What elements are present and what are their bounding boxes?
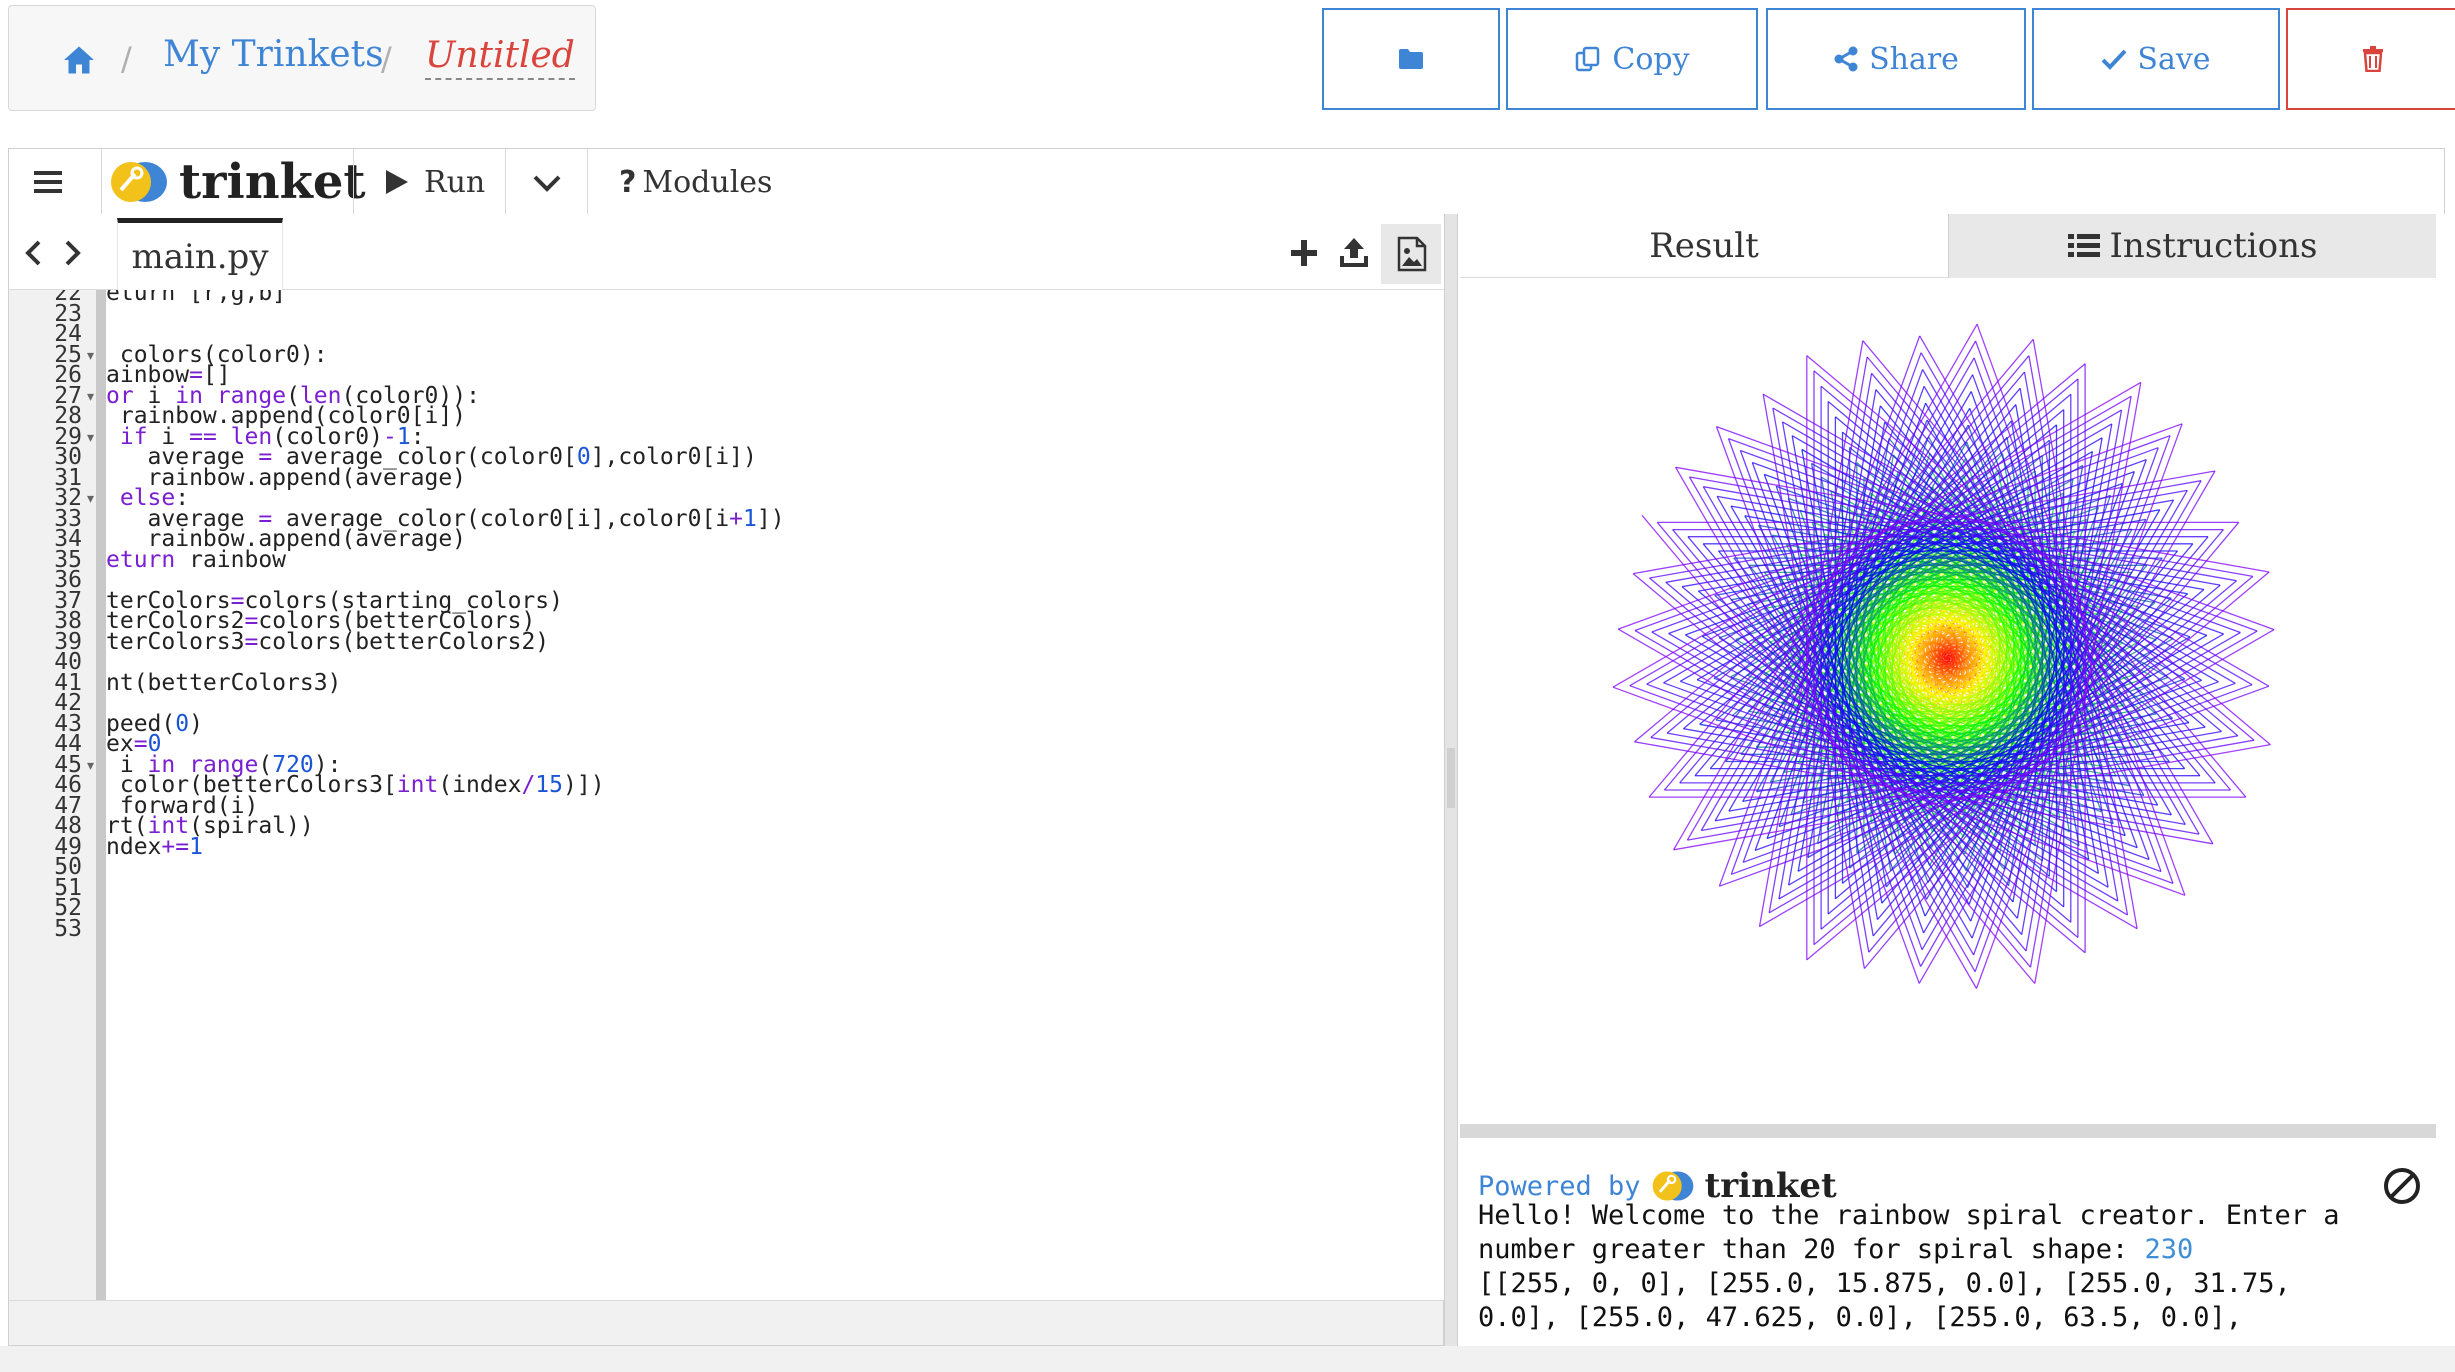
tab-result-label: Result xyxy=(1649,225,1759,266)
run-label: Run xyxy=(424,164,486,200)
editor-footer xyxy=(8,1300,1444,1346)
copy-label: Copy xyxy=(1612,41,1690,77)
console-line: Hello! Welcome to the rainbow spiral cre… xyxy=(1478,1200,2340,1231)
trinket-logo-icon xyxy=(111,162,167,202)
code-line[interactable]: ndex+=1 xyxy=(106,834,203,860)
page-bottom-bar xyxy=(0,1346,2455,1372)
line-number: 53 xyxy=(54,915,82,942)
fold-toggle-icon[interactable]: ▾ xyxy=(87,491,94,507)
folder-icon xyxy=(1399,49,1423,69)
modules-label: Modules xyxy=(642,164,773,200)
gutter-border xyxy=(96,290,106,1300)
powered-by-text: Powered by xyxy=(1478,1170,1641,1202)
fold-toggle-icon[interactable]: ▾ xyxy=(87,430,94,446)
splitter-grip[interactable] xyxy=(1447,748,1455,808)
clear-console-icon[interactable] xyxy=(2382,1166,2422,1206)
toolbar: trinket Run ? Modules xyxy=(8,148,2445,215)
tab-instructions[interactable]: Instructions xyxy=(1948,214,2436,278)
code-line[interactable]: nt(betterColors3) xyxy=(106,670,341,696)
turtle-canvas xyxy=(1460,278,2436,1124)
file-tab-label: main.py xyxy=(131,236,269,277)
share-button[interactable]: Share xyxy=(1766,8,2026,110)
play-icon xyxy=(386,170,408,194)
chevron-down-icon[interactable] xyxy=(531,169,563,195)
code-editor[interactable]: eturn [r,g,b] colors(color0): ainbow=[] or… xyxy=(106,290,1442,1300)
trinket-title-field[interactable]: Untitled xyxy=(425,34,575,80)
share-label: Share xyxy=(1869,41,1959,77)
image-library-button[interactable] xyxy=(1381,224,1441,284)
output-console[interactable]: Powered by trinket Hello! Welcome to the… xyxy=(1460,1138,2436,1346)
console-line: 0.0], [255.0, 47.625, 0.0], [255.0, 63.5… xyxy=(1478,1302,2243,1333)
modules-button[interactable]: ? Modules xyxy=(619,155,772,209)
file-tabs-scroll-arrows[interactable] xyxy=(21,236,91,279)
fold-toggle-icon[interactable]: ▾ xyxy=(87,348,94,364)
save-label: Save xyxy=(2137,41,2211,77)
trinket-logo[interactable]: trinket xyxy=(109,154,366,210)
trinket-logo-text: trinket xyxy=(179,154,366,210)
line-number-gutter: 22 23 24 25 ▾ 26 27 ▾ 28 29 ▾ 30 31 32 ▾ 33 34 35 36 37 38 39… xyxy=(8,290,104,1300)
file-tab-main-py[interactable]: main.py xyxy=(117,218,283,290)
console-line: number greater than 20 for spiral shape:… xyxy=(1478,1234,2193,1265)
run-button[interactable]: Run xyxy=(384,155,485,209)
breadcrumb-separator: / xyxy=(381,40,392,78)
tab-instructions-label: Instructions xyxy=(2109,226,2318,266)
chevron-left-right-icon[interactable] xyxy=(21,236,91,270)
delete-button[interactable] xyxy=(2286,8,2455,110)
image-file-icon xyxy=(1397,236,1427,272)
hamburger-menu-icon[interactable] xyxy=(31,165,65,199)
tab-result[interactable]: Result xyxy=(1460,214,1948,278)
rainbow-spiral-drawing xyxy=(1612,323,2275,989)
list-icon xyxy=(2067,234,2100,257)
add-file-icon[interactable] xyxy=(1289,238,1319,268)
console-resize-handle[interactable] xyxy=(1460,1124,2436,1138)
console-input-value: 230 xyxy=(2144,1234,2194,1265)
copy-button[interactable]: Copy xyxy=(1506,8,1758,110)
fold-toggle-icon[interactable]: ▾ xyxy=(87,389,94,405)
question-icon: ? xyxy=(619,164,637,200)
code-line[interactable]: eturn rainbow xyxy=(106,547,286,573)
editor-header: main.py xyxy=(8,214,1444,290)
trash-icon xyxy=(2363,46,2383,72)
console-line: [[255, 0, 0], [255.0, 15.875, 0.0], [255… xyxy=(1478,1268,2291,1299)
breadcrumb-separator: / xyxy=(121,40,132,78)
code-line[interactable]: eturn [r,g,b] xyxy=(106,290,286,306)
save-button[interactable]: Save xyxy=(2032,8,2280,110)
check-icon xyxy=(2102,49,2127,70)
fold-toggle-icon[interactable]: ▾ xyxy=(87,758,94,774)
console-prompt: number greater than 20 for spiral shape: xyxy=(1478,1234,2145,1265)
home-icon[interactable] xyxy=(61,42,97,78)
code-line[interactable]: terColors3=colors(betterColors2) xyxy=(106,629,549,655)
breadcrumb: / My Trinkets / Untitled xyxy=(8,5,596,111)
share-icon xyxy=(1834,46,1858,72)
upload-icon[interactable] xyxy=(1337,236,1371,270)
copy-icon xyxy=(1576,46,1600,72)
open-button[interactable] xyxy=(1322,8,1500,110)
breadcrumb-my-trinkets-link[interactable]: My Trinkets xyxy=(163,34,384,75)
trinket-logo-icon xyxy=(1652,1171,1693,1201)
